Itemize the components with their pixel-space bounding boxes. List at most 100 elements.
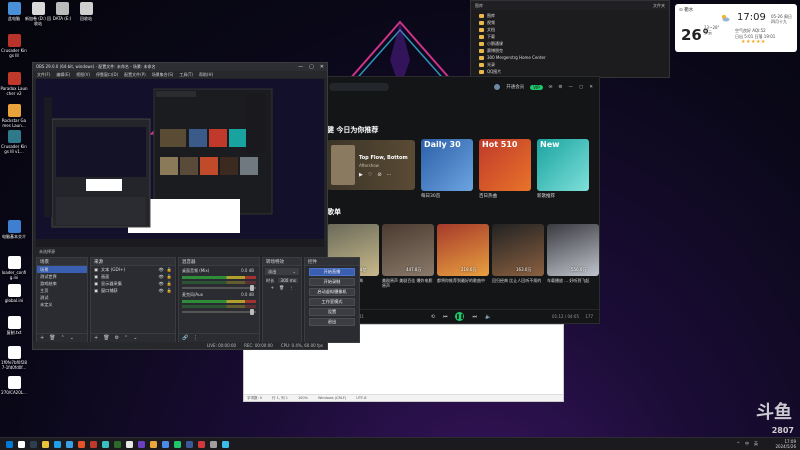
taskbar-clock[interactable]: 17:09 2024/5/26	[775, 439, 796, 449]
control-button[interactable]: 工作室模式	[309, 298, 355, 306]
daily-playlist-tile[interactable]: Daily 30	[421, 139, 473, 191]
obs-menu-item[interactable]: 编辑(E)	[56, 72, 70, 78]
taskbar-app-icon[interactable]	[174, 441, 181, 448]
explorer-nav-item[interactable]: 光录	[479, 61, 661, 68]
dislike-icon[interactable]: ⊘	[377, 172, 381, 178]
file-explorer-window[interactable]: 图库 文件夹 图库 视频 文档 下载 小鹅通课 赛博朋克 300 Mergerstrg Ho…	[470, 0, 670, 78]
playlist-card[interactable]: 447.8万	[382, 224, 434, 276]
maximize-icon[interactable]: ▢	[579, 85, 583, 90]
obs-menu-item[interactable]: 工具(T)	[179, 72, 193, 78]
maximize-icon[interactable]: ▢	[309, 64, 314, 70]
move-down-icon[interactable]: ⌄	[133, 335, 137, 341]
scene-item[interactable]: 场景	[37, 266, 87, 273]
close-icon[interactable]: ✕	[589, 85, 593, 90]
taskbar-app-icon[interactable]	[78, 441, 85, 448]
taskbar-app-icon[interactable]	[54, 441, 61, 448]
music-player-window[interactable]: 开通会员 VIP ✉ ⚙ — ▢ ✕ 健 今日为你推荐 Top Flow, Bo…	[322, 76, 600, 324]
explorer-nav-item[interactable]: 小鹅通课	[479, 40, 661, 47]
desktop-icon[interactable]: 复制.txt	[0, 316, 28, 335]
volume-slider[interactable]	[182, 285, 256, 291]
taskbar-app-icon[interactable]	[114, 441, 121, 448]
explorer-nav-item[interactable]: 赛博朋克	[479, 47, 661, 54]
source-item[interactable]: ▣ 显示器采集 👁 🔓	[91, 280, 175, 287]
desktop-icon[interactable]: Rockstar Games Laun...	[0, 104, 28, 128]
playlist-card[interactable]: 163.0万	[492, 224, 544, 276]
add-source-icon[interactable]: +	[94, 335, 98, 341]
close-icon[interactable]: ✕	[320, 64, 324, 70]
taskbar-app-icon[interactable]	[138, 441, 145, 448]
move-down-icon[interactable]: ⌄	[70, 335, 74, 341]
taskbar-app-icon[interactable]	[90, 441, 97, 448]
taskbar-app-icon[interactable]	[162, 441, 169, 448]
pause-button[interactable]: ❚❚	[455, 312, 465, 321]
more-icon[interactable]: ⋯	[387, 172, 392, 178]
add-transition-icon[interactable]: +	[270, 285, 274, 290]
scene-item[interactable]: 游戏结束	[37, 280, 87, 287]
control-button[interactable]: 退出	[309, 318, 355, 326]
playlist-count[interactable]: 177	[585, 314, 593, 319]
heart-icon[interactable]: ♡	[368, 172, 372, 178]
volume-icon[interactable]: 🔈	[485, 314, 491, 320]
taskbar-app-icon[interactable]	[66, 441, 73, 448]
desktop-icon[interactable]: Crusader Kings III v1...	[0, 130, 28, 154]
obs-window[interactable]: OBS 29.0.0 (64-bit, windows) - 配置文件: 未命名…	[32, 62, 360, 350]
taskbar-app-icon[interactable]	[42, 441, 49, 448]
tray-item[interactable]: 英	[754, 441, 758, 447]
source-item[interactable]: ▣ 窗口捕获 👁 🔓	[91, 287, 175, 294]
taskbar-app-icon[interactable]	[6, 441, 13, 448]
obs-menu-item[interactable]: 停靠窗口(D)	[96, 72, 118, 78]
minimize-icon[interactable]: —	[298, 64, 303, 70]
taskbar-app-icon[interactable]	[18, 441, 25, 448]
scene-item[interactable]: 主页	[37, 287, 87, 294]
vip-badge[interactable]: VIP	[530, 84, 543, 90]
desktop-icon[interactable]: loader_config.ini	[0, 256, 28, 280]
visibility-icon[interactable]: 👁	[158, 274, 163, 280]
daily-playlist-tile[interactable]: New	[537, 139, 589, 191]
taskbar-app-icon[interactable]	[102, 441, 109, 448]
taskbar-app-icon[interactable]	[30, 441, 37, 448]
lock-icon[interactable]: 🔓	[167, 267, 172, 273]
remove-scene-icon[interactable]: 🗑	[49, 335, 55, 341]
weather-clock-widget[interactable]: ⊙ 衢水 26° 23~28° 多云 17:09 05-26 周日 四月十九 空…	[675, 4, 797, 52]
explorer-nav-item[interactable]: QQ图片	[479, 68, 661, 75]
control-button[interactable]: 开始录制	[309, 278, 355, 286]
settings-icon[interactable]: ⚙	[558, 85, 562, 90]
daily-playlist-tile[interactable]: Hot 510	[479, 139, 531, 191]
explorer-nav-item[interactable]: 下载	[479, 33, 661, 40]
user-vip-link[interactable]: 开通会员	[506, 84, 524, 90]
explorer-nav-item[interactable]: 300 Mergerstrg Home Center	[479, 54, 661, 61]
play-icon[interactable]: ▶	[359, 172, 363, 178]
playlist-card[interactable]: 556.0万	[547, 224, 599, 276]
source-settings-icon[interactable]: ⚙	[115, 335, 119, 341]
control-button[interactable]: 设置	[309, 308, 355, 316]
lock-icon[interactable]: 🔓	[167, 274, 172, 280]
taskbar-app-icon[interactable]	[150, 441, 157, 448]
scene-item[interactable]: 未定义	[37, 301, 87, 308]
music-search-input[interactable]	[329, 83, 389, 91]
move-up-icon[interactable]: ⌃	[61, 335, 65, 341]
desktop-icon[interactable]: 回收站	[72, 2, 100, 21]
tray-item[interactable]: 中	[745, 441, 749, 447]
minimize-icon[interactable]: —	[568, 85, 573, 90]
obs-menu-item[interactable]: 文件(F)	[37, 72, 50, 78]
source-item[interactable]: ▣ 画面 👁 🔓	[91, 273, 175, 280]
taskbar-app-icon[interactable]	[198, 441, 205, 448]
transition-duration[interactable]: 时长 300 ms	[263, 277, 301, 284]
desktop-icon[interactable]: Crusader Kings III	[0, 34, 28, 58]
explorer-nav-item[interactable]: 视频	[479, 19, 661, 26]
mail-icon[interactable]: ✉	[549, 85, 553, 90]
mixer-link-icon[interactable]: 🔗	[182, 335, 188, 341]
lock-icon[interactable]: 🔓	[167, 281, 172, 287]
obs-menu-item[interactable]: 帮助(H)	[199, 72, 213, 78]
obs-menu-item[interactable]: 视图(V)	[76, 72, 90, 78]
prev-icon[interactable]: ⏮	[443, 314, 448, 320]
desktop-icon[interactable]: Paradox Launcher v2	[0, 72, 28, 96]
explorer-nav-item[interactable]: 图库	[479, 12, 661, 19]
volume-slider[interactable]	[182, 309, 256, 315]
mixer-menu-icon[interactable]: ⋮	[193, 335, 198, 341]
move-up-icon[interactable]: ⌃	[124, 335, 128, 341]
desktop-icon[interactable]: 1f0fe7bf0f28 7-1fd0fd0f...	[0, 346, 28, 370]
taskbar-app-icon[interactable]	[222, 441, 229, 448]
visibility-icon[interactable]: 👁	[158, 281, 163, 287]
obs-menu-item[interactable]: 配置文件(P)	[124, 72, 146, 78]
